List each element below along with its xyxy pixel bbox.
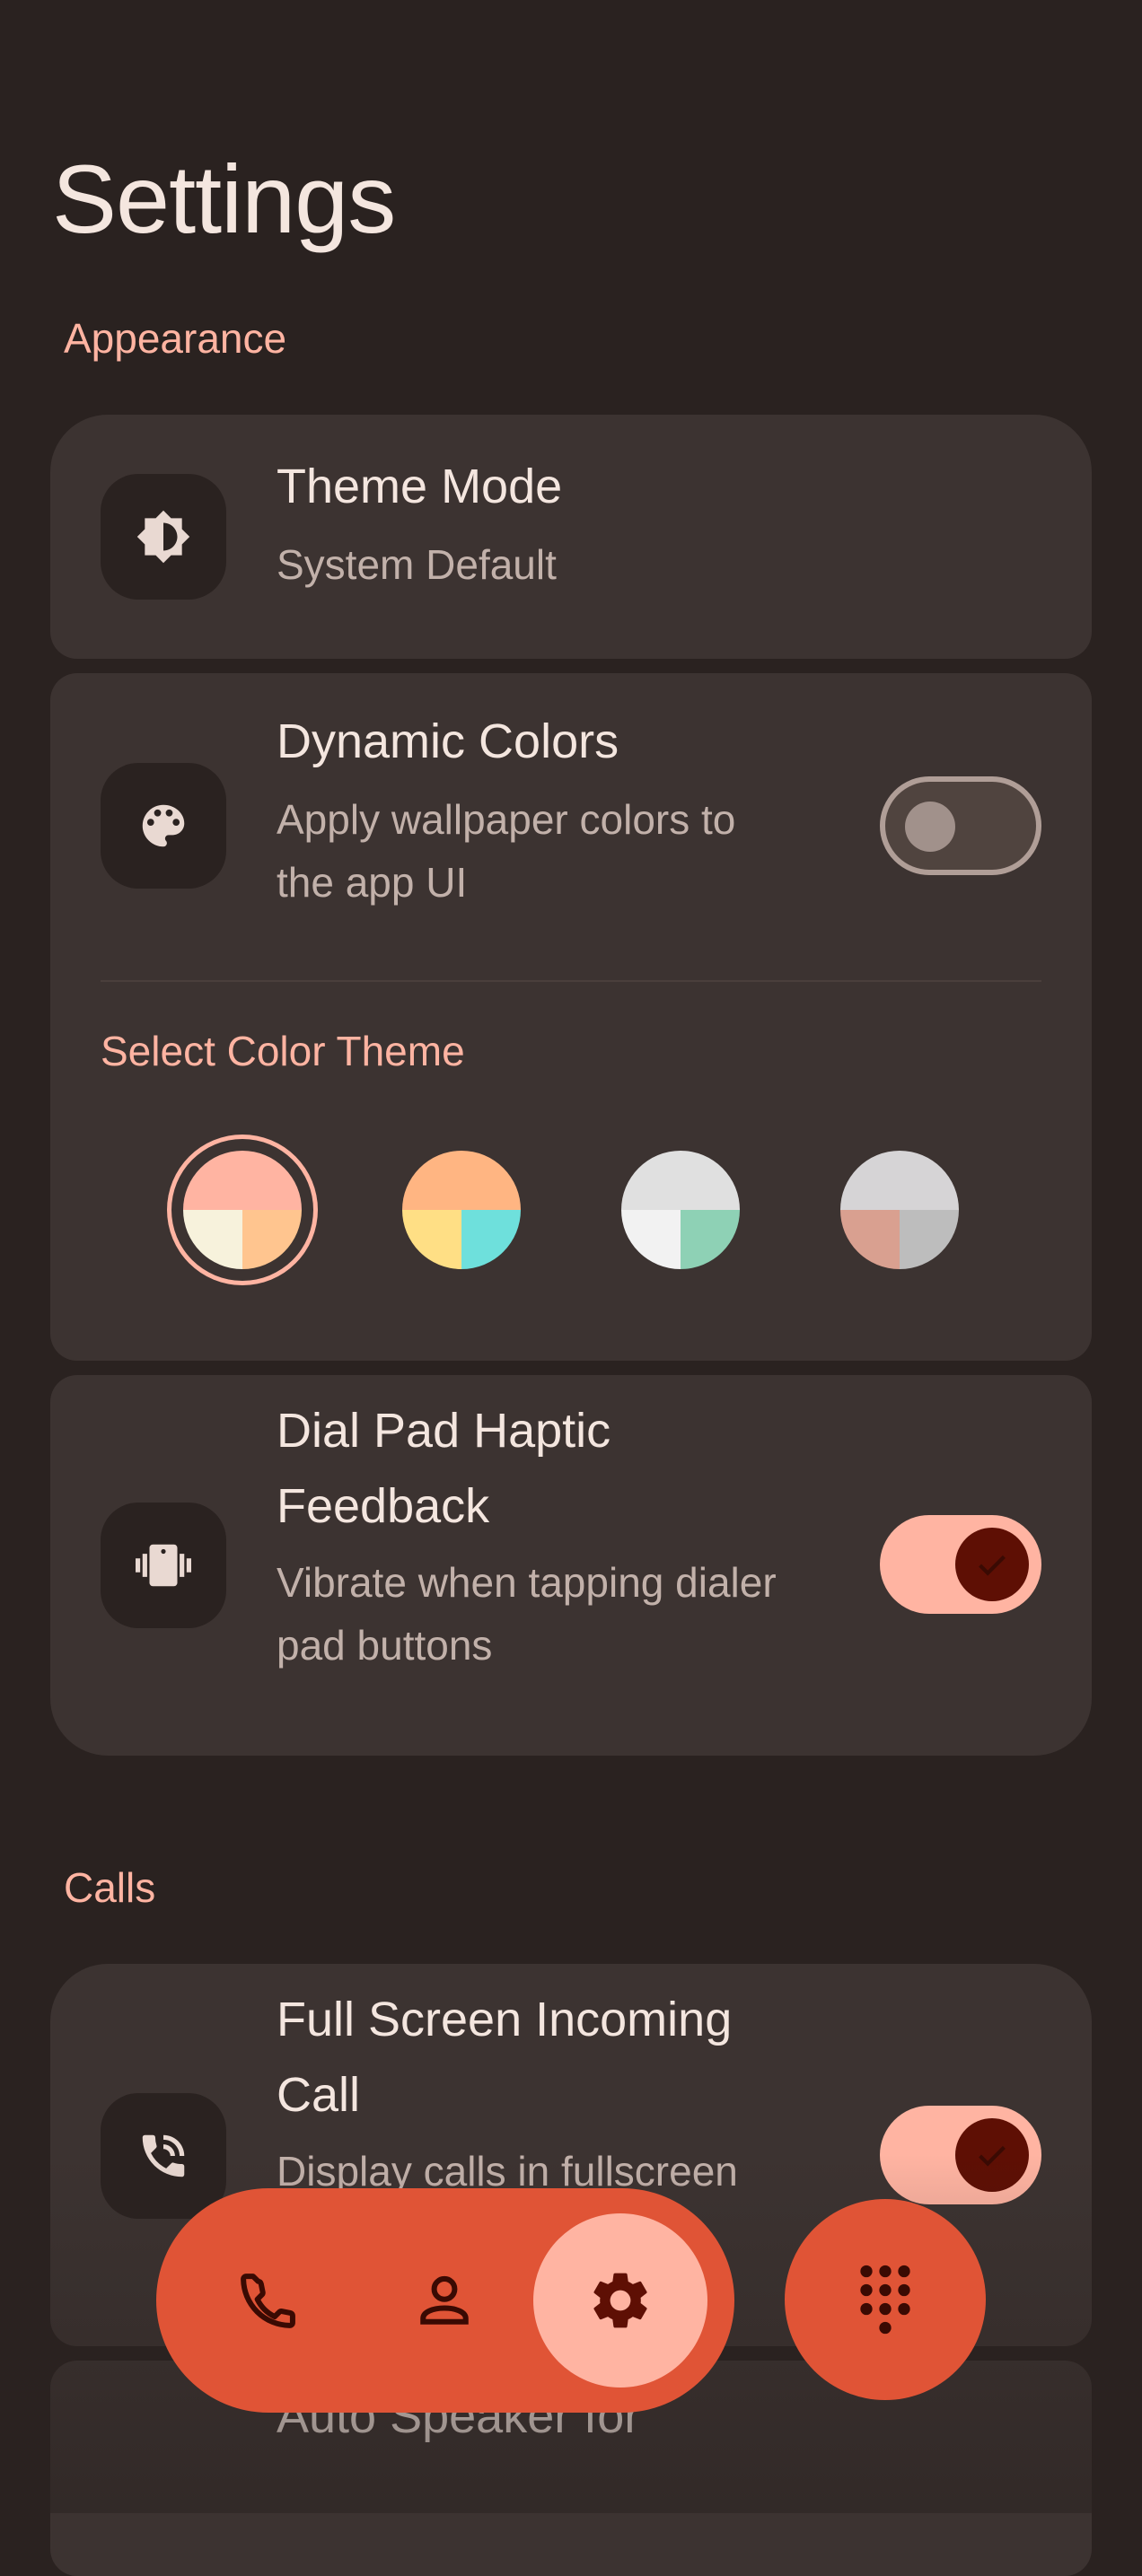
swatch-bottom-left	[840, 1210, 900, 1269]
haptic-toggle[interactable]	[880, 1515, 1041, 1614]
settings-icon	[593, 2273, 647, 2328]
dynamic-colors-subtitle-1: Apply wallpaper colors to	[277, 796, 736, 843]
nav-phone[interactable]	[181, 2213, 356, 2388]
haptic-title-2: Feedback	[277, 1479, 490, 1533]
dynamic-colors-subtitle-2: the app UI	[277, 859, 468, 906]
color-theme-swatch-1[interactable]	[167, 1135, 318, 1285]
swatch-bottom-right	[461, 1210, 521, 1269]
swatch-bottom-right	[242, 1210, 302, 1269]
divider	[101, 980, 1041, 982]
haptic-feedback-row[interactable]: Dial Pad Haptic Feedback Vibrate when ta…	[50, 1375, 1092, 1756]
swatch-bottom-left	[402, 1210, 461, 1269]
phone-icon	[241, 2274, 295, 2328]
swatch-top	[402, 1151, 521, 1210]
swatch-bottom-right	[681, 1210, 740, 1269]
palette-icon	[101, 763, 226, 889]
swatch-top	[840, 1151, 959, 1210]
phone-in-talk-icon	[101, 2093, 226, 2219]
dynamic-colors-title: Dynamic Colors	[277, 714, 619, 768]
haptic-title-1: Dial Pad Haptic	[277, 1404, 611, 1458]
haptic-subtitle-2: pad buttons	[277, 1622, 493, 1669]
fullscreen-call-title-2: Call	[277, 2068, 361, 2122]
dialpad-button[interactable]	[785, 2199, 986, 2400]
dialpad-icon	[860, 2265, 910, 2335]
page-title: Settings	[52, 145, 396, 253]
haptic-subtitle-1: Vibrate when tapping dialer	[277, 1559, 777, 1606]
color-theme-label: Select Color Theme	[101, 1028, 465, 1074]
brightness-icon	[101, 474, 226, 600]
contacts-icon	[420, 2275, 469, 2325]
nav-settings[interactable]	[533, 2213, 707, 2388]
theme-mode-value: System Default	[277, 541, 557, 588]
swatch-bottom-left	[183, 1210, 242, 1269]
section-header-appearance: Appearance	[64, 315, 287, 362]
fullscreen-call-toggle[interactable]	[880, 2106, 1041, 2204]
toggle-knob	[905, 802, 955, 852]
check-icon	[955, 2118, 1029, 2192]
swatch-top	[183, 1151, 302, 1210]
swatch-bottom-left	[621, 1210, 681, 1269]
vibrate-icon	[101, 1503, 226, 1628]
bottom-navigation	[156, 2188, 734, 2413]
section-header-calls: Calls	[64, 1864, 156, 1911]
color-theme-swatch-3[interactable]	[605, 1135, 756, 1285]
check-icon	[955, 1528, 1029, 1601]
swatch-bottom-right	[900, 1210, 959, 1269]
color-theme-swatch-4[interactable]	[824, 1135, 975, 1285]
theme-mode-row[interactable]: Theme Mode System Default	[50, 415, 1092, 659]
swatch-top	[621, 1151, 740, 1210]
dynamic-colors-toggle[interactable]	[880, 776, 1041, 875]
color-theme-swatch-2[interactable]	[386, 1135, 537, 1285]
theme-mode-title: Theme Mode	[277, 460, 563, 513]
fullscreen-call-title-1: Full Screen Incoming	[277, 1993, 733, 2046]
nav-contacts[interactable]	[357, 2213, 531, 2388]
dynamic-colors-card: Dynamic Colors Apply wallpaper colors to…	[50, 673, 1092, 1361]
